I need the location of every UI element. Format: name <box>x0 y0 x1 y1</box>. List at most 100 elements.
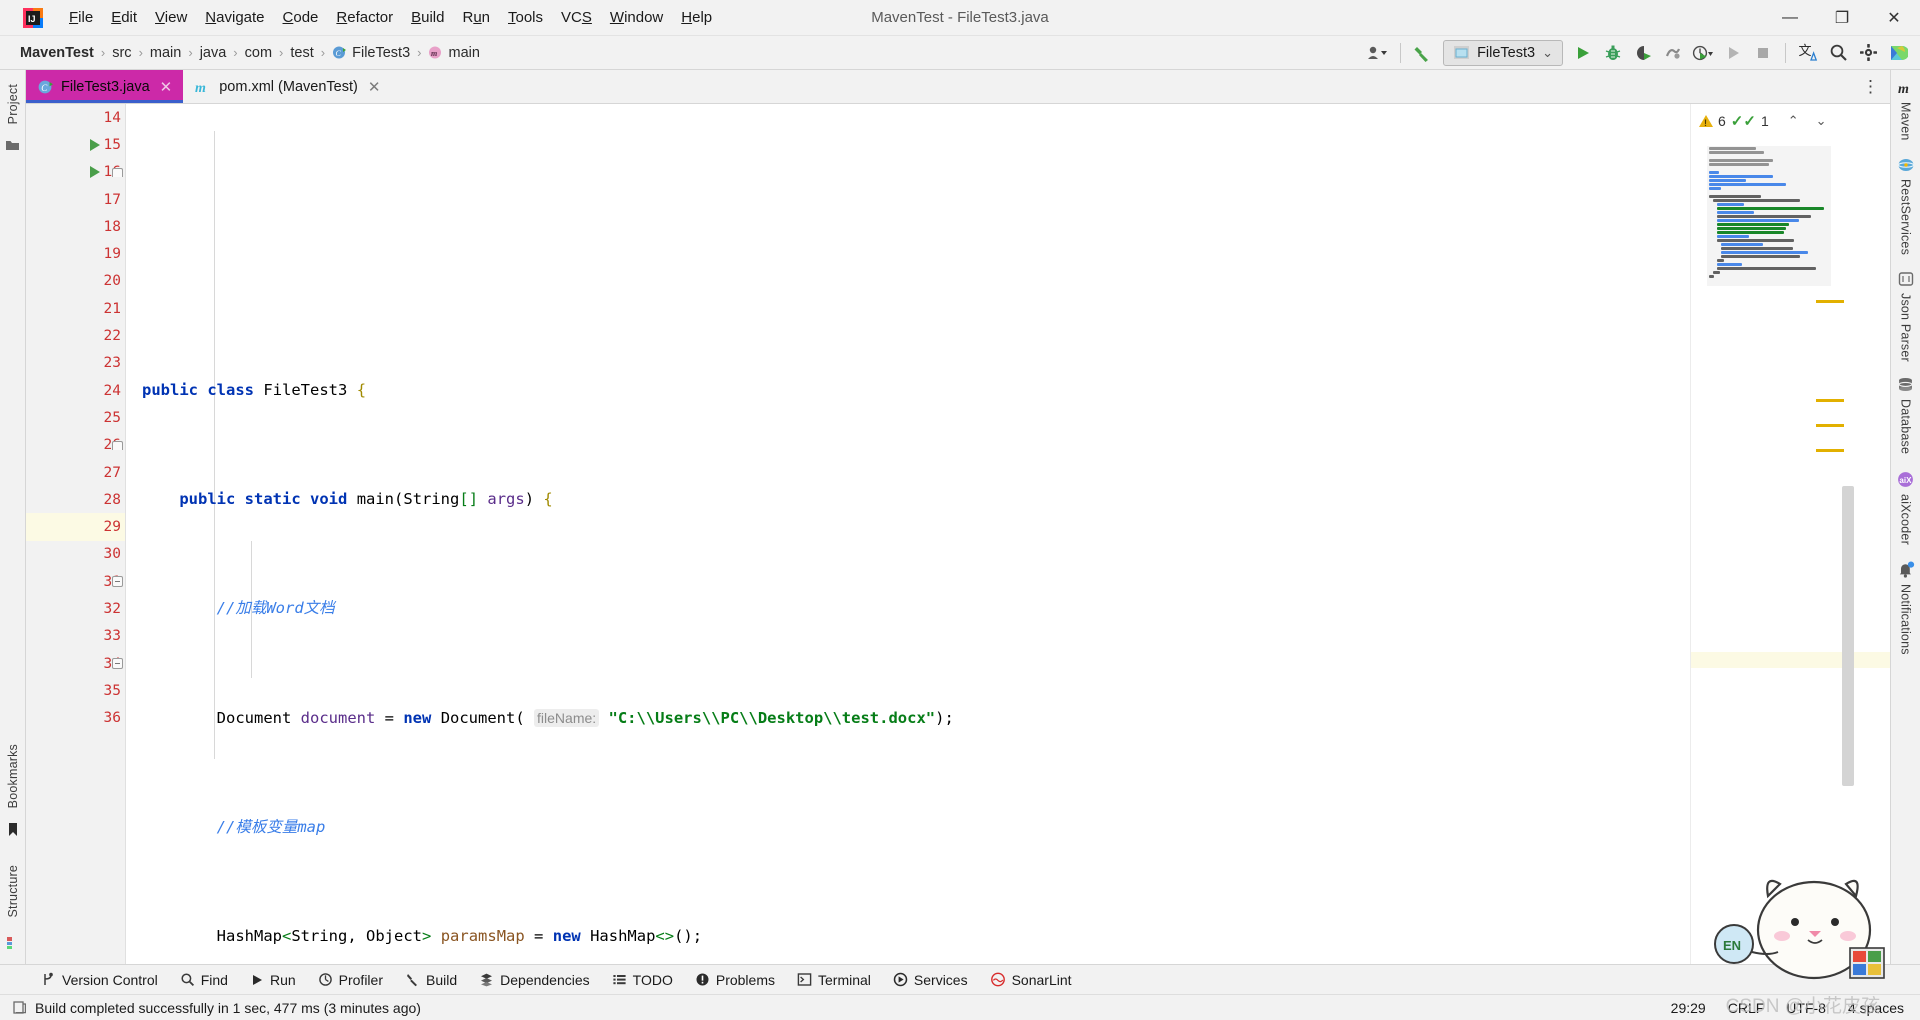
breadcrumb: MavenTest › src › main › java › com › te… <box>14 43 486 63</box>
sidebar-item-restservices[interactable]: RestServices <box>1897 157 1915 255</box>
menu-window[interactable]: Window <box>601 6 672 29</box>
menu-tools[interactable]: Tools <box>499 6 552 29</box>
error-stripe-mark[interactable] <box>1816 424 1844 427</box>
menu-help[interactable]: Help <box>672 6 721 29</box>
menu-refactor[interactable]: Refactor <box>327 6 402 29</box>
menu-run[interactable]: Run <box>453 6 499 29</box>
gutter-line: 29 <box>26 513 125 541</box>
tool-window-sonarlint[interactable]: SonarLint <box>979 972 1083 988</box>
menu-build[interactable]: Build <box>402 6 453 29</box>
run-gutter-icon[interactable] <box>86 166 104 179</box>
tool-window-run-label: Run <box>269 971 296 988</box>
breadcrumb-item-method[interactable]: m main <box>422 43 485 63</box>
menu-view-rest: iew <box>164 9 188 26</box>
tool-window-dependencies[interactable]: Dependencies <box>468 972 601 988</box>
sidebar-item-maven[interactable]: m Maven <box>1897 80 1914 141</box>
sidebar-item-project[interactable]: Project <box>6 76 20 132</box>
editor-gutter[interactable]: 14 15 16 17 18 19 20 21 22 <box>26 104 126 964</box>
tool-window-todo[interactable]: TODO <box>601 972 684 988</box>
sidebar-item-maven-label: Maven <box>1898 102 1913 141</box>
breadcrumb-item-test[interactable]: test <box>284 43 319 63</box>
menu-edit[interactable]: Edit <box>102 6 146 29</box>
code-text-area[interactable]: public class FileTest3 { public static v… <box>126 104 1690 964</box>
breadcrumb-item-project[interactable]: MavenTest <box>14 43 100 63</box>
tool-window-version-control[interactable]: Version Control <box>30 972 169 988</box>
minimize-button[interactable]: — <box>1764 0 1816 36</box>
maximize-button[interactable]: ❐ <box>1816 0 1868 36</box>
error-stripe-mark[interactable] <box>1816 300 1844 303</box>
tool-window-profiler[interactable]: Profiler <box>307 972 394 988</box>
attach-button[interactable] <box>1719 40 1747 66</box>
tool-window-build[interactable]: Build <box>394 972 468 988</box>
settings-button[interactable] <box>1854 40 1882 66</box>
inspection-widget[interactable]: 6 ✓✓ 1 ⌃ ⌄ <box>1691 104 1890 130</box>
run-with-coverage-button[interactable] <box>1629 40 1657 66</box>
breadcrumb-item-main[interactable]: main <box>144 43 187 63</box>
chevron-down-icon[interactable]: ⌄ <box>1816 113 1827 129</box>
tool-window-run[interactable]: Run <box>239 972 307 988</box>
menu-navigate[interactable]: Navigate <box>196 6 273 29</box>
line-number: 22 <box>103 328 121 345</box>
menu-view[interactable]: View <box>146 6 196 29</box>
editor-tab-pomxml[interactable]: m pom.xml (MavenTest) ✕ <box>183 70 391 103</box>
sidebar-item-database[interactable]: Database <box>1897 377 1914 455</box>
gutter-line: 35 <box>26 677 125 704</box>
run-button[interactable] <box>1569 40 1597 66</box>
sidebar-item-jsonparser[interactable]: Json Parser <box>1898 271 1914 361</box>
stop-button[interactable] <box>1749 40 1777 66</box>
fold-handle-icon[interactable] <box>110 438 124 452</box>
structure-icon[interactable] <box>6 936 20 950</box>
project-icon[interactable] <box>5 138 20 152</box>
fold-handle-icon[interactable] <box>110 575 124 589</box>
run-gutter-icon[interactable] <box>86 138 104 151</box>
update-project-icon[interactable] <box>1409 40 1437 66</box>
editor-scrollbar-thumb[interactable] <box>1842 486 1854 786</box>
run-configuration-selector[interactable]: FileTest3 ⌄ <box>1443 39 1563 66</box>
close-icon[interactable]: ✕ <box>160 78 173 96</box>
menu-tools-mnemonic: T <box>508 9 516 26</box>
menu-navigate-mnemonic: N <box>205 9 217 26</box>
tool-window-find[interactable]: Find <box>169 972 239 988</box>
menu-file[interactable]: File <box>60 6 102 29</box>
chevron-up-icon[interactable]: ⌃ <box>1788 113 1799 129</box>
profiler-button[interactable] <box>1659 40 1687 66</box>
status-message[interactable]: Build completed successfully in 1 sec, 4… <box>35 1000 421 1016</box>
menu-vcs[interactable]: VCS <box>552 6 601 29</box>
tool-window-terminal[interactable]: Terminal <box>786 972 882 988</box>
fold-handle-icon[interactable] <box>110 165 124 179</box>
breadcrumb-item-com[interactable]: com <box>239 43 278 63</box>
editor-tab-overflow-button[interactable]: ⋮ <box>1852 70 1890 103</box>
sidebar-item-aixcoder[interactable]: aiX aiXcoder <box>1897 471 1914 545</box>
breadcrumb-item-java[interactable]: java <box>194 43 233 63</box>
search-everywhere-button[interactable] <box>1824 40 1852 66</box>
menu-code[interactable]: Code <box>274 6 328 29</box>
close-icon[interactable]: ✕ <box>368 78 381 96</box>
editor-minimap[interactable] <box>1707 146 1831 286</box>
run-dashboard-button[interactable] <box>1689 40 1717 66</box>
sidebar-item-structure[interactable]: Structure <box>6 857 20 926</box>
sidebar-item-bookmarks-label: Bookmarks <box>5 744 20 809</box>
main-content-row: Project Bookmarks Structure C FileTest3.… <box>0 70 1920 964</box>
fold-handle-icon[interactable] <box>110 657 124 671</box>
translate-button[interactable]: 文 <box>1794 40 1822 66</box>
gutter-line: 33 <box>26 623 125 650</box>
menu-code-mnemonic: C <box>282 9 294 26</box>
debug-button[interactable] <box>1599 40 1627 66</box>
editor-tab-filetest3[interactable]: C FileTest3.java ✕ <box>26 70 184 103</box>
sidebar-item-notifications[interactable]: Notifications <box>1897 561 1915 654</box>
tool-window-problems[interactable]: Problems <box>684 972 786 988</box>
line-number: 23 <box>103 355 121 372</box>
caret-position[interactable]: 29:29 <box>1671 1000 1706 1016</box>
sidebar-item-bookmarks[interactable]: Bookmarks <box>6 736 20 816</box>
user-account-icon[interactable] <box>1364 40 1392 66</box>
breadcrumb-item-class[interactable]: C FileTest3 <box>326 43 416 63</box>
close-button[interactable]: ✕ <box>1868 0 1920 36</box>
breadcrumb-item-src[interactable]: src <box>106 43 137 63</box>
line-number: 33 <box>103 628 121 645</box>
error-stripe-mark[interactable] <box>1816 449 1844 452</box>
tool-window-services[interactable]: Services <box>882 972 979 988</box>
error-stripe-mark[interactable] <box>1816 399 1844 402</box>
plugin-button[interactable] <box>1884 40 1912 66</box>
bookmarks-icon[interactable] <box>7 822 19 837</box>
svg-text:C: C <box>41 83 48 93</box>
